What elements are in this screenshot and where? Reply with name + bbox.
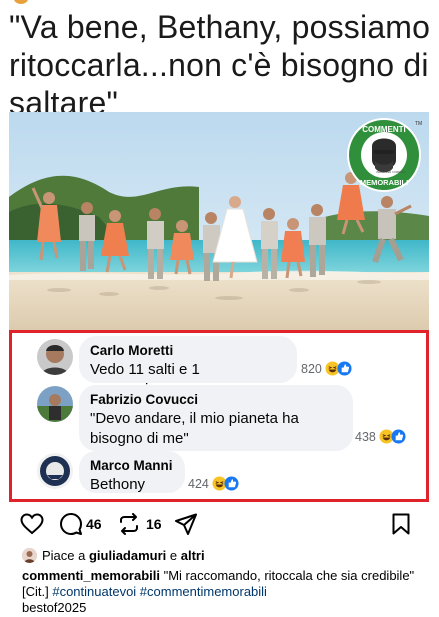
comment-icon[interactable] bbox=[60, 513, 82, 535]
share-send-icon[interactable] bbox=[175, 513, 197, 535]
caption-username[interactable]: commenti_memorabili bbox=[22, 568, 160, 583]
comment-author[interactable]: Marco Manni bbox=[90, 457, 174, 475]
avatar-marco-manni[interactable] bbox=[37, 453, 73, 489]
badge-top-text: COMMENTI bbox=[362, 125, 406, 134]
like-thumb-icon bbox=[337, 361, 352, 376]
comment-text: Bethony bbox=[90, 476, 146, 493]
badge-tm: TM bbox=[415, 121, 422, 127]
post-caption: commenti_memorabili "Mi raccomando, rito… bbox=[22, 568, 427, 616]
likes-user[interactable]: giuliadamuri bbox=[89, 548, 166, 563]
reposts-count[interactable]: 16 bbox=[146, 516, 162, 532]
like-thumb-icon bbox=[224, 476, 239, 491]
likes-summary[interactable]: Piace a giuliadamuri e altri bbox=[22, 548, 205, 563]
post-card: "Va bene, Bethany, possiamo ritoccarla..… bbox=[0, 0, 439, 502]
heart-icon[interactable] bbox=[20, 513, 44, 535]
comment-reactions[interactable]: 438 bbox=[355, 429, 406, 444]
comment-author[interactable]: Carlo Moretti bbox=[90, 342, 286, 360]
badge-bottom-text: MEMORABILI bbox=[360, 178, 408, 187]
comment-text-line-2: bisogno di me" bbox=[90, 430, 189, 447]
likes-middle: e bbox=[166, 548, 181, 563]
reaction-count: 820 bbox=[301, 361, 322, 376]
avatar-carlo-moretti[interactable] bbox=[37, 339, 73, 375]
caption-hashtags[interactable]: #continuatevoi #commentimemorabili bbox=[52, 584, 267, 599]
reaction-count: 438 bbox=[355, 429, 376, 444]
comment-bubble[interactable]: Marco Manni Bethony bbox=[79, 451, 185, 493]
liker-avatar bbox=[22, 548, 37, 563]
post-headline: "Va bene, Bethany, possiamo ritoccarla..… bbox=[9, 9, 431, 121]
bookmark-icon[interactable] bbox=[392, 513, 410, 535]
repost-icon[interactable] bbox=[118, 513, 140, 535]
reaction-count: 424 bbox=[188, 476, 209, 491]
top-avatar-fragment bbox=[14, 0, 28, 4]
comment-reactions[interactable]: 820 bbox=[301, 361, 352, 376]
badge-small-text: VERITÀ PER COMMENTI bbox=[376, 170, 407, 174]
likes-others[interactable]: altri bbox=[181, 548, 205, 563]
comment-author[interactable]: Fabrizio Covucci bbox=[90, 391, 342, 409]
post-action-bar: 46 16 bbox=[0, 507, 439, 539]
like-thumb-icon bbox=[391, 429, 406, 444]
commenti-memorabili-logo: COMMENTI MEMORABILI VERITÀ PER COMMENTI … bbox=[345, 116, 423, 194]
likes-prefix: Piace a bbox=[42, 548, 89, 563]
post-photo[interactable]: COMMENTI MEMORABILI VERITÀ PER COMMENTI … bbox=[9, 112, 429, 330]
caption-trailing: bestof2025 bbox=[22, 600, 87, 615]
avatar-fabrizio-covucci[interactable] bbox=[37, 386, 73, 422]
comments-count[interactable]: 46 bbox=[86, 516, 102, 532]
comment-text-line-1: "Devo andare, il mio pianeta ha bbox=[90, 410, 299, 427]
comments-highlight-box: Carlo Moretti Vedo 11 salti e 1 resurrez… bbox=[9, 330, 429, 502]
comment-bubble[interactable]: Fabrizio Covucci "Devo andare, il mio pi… bbox=[79, 385, 353, 451]
comment-reactions[interactable]: 424 bbox=[188, 476, 239, 491]
comment-bubble[interactable]: Carlo Moretti Vedo 11 salti e 1 resurrez… bbox=[79, 336, 297, 398]
